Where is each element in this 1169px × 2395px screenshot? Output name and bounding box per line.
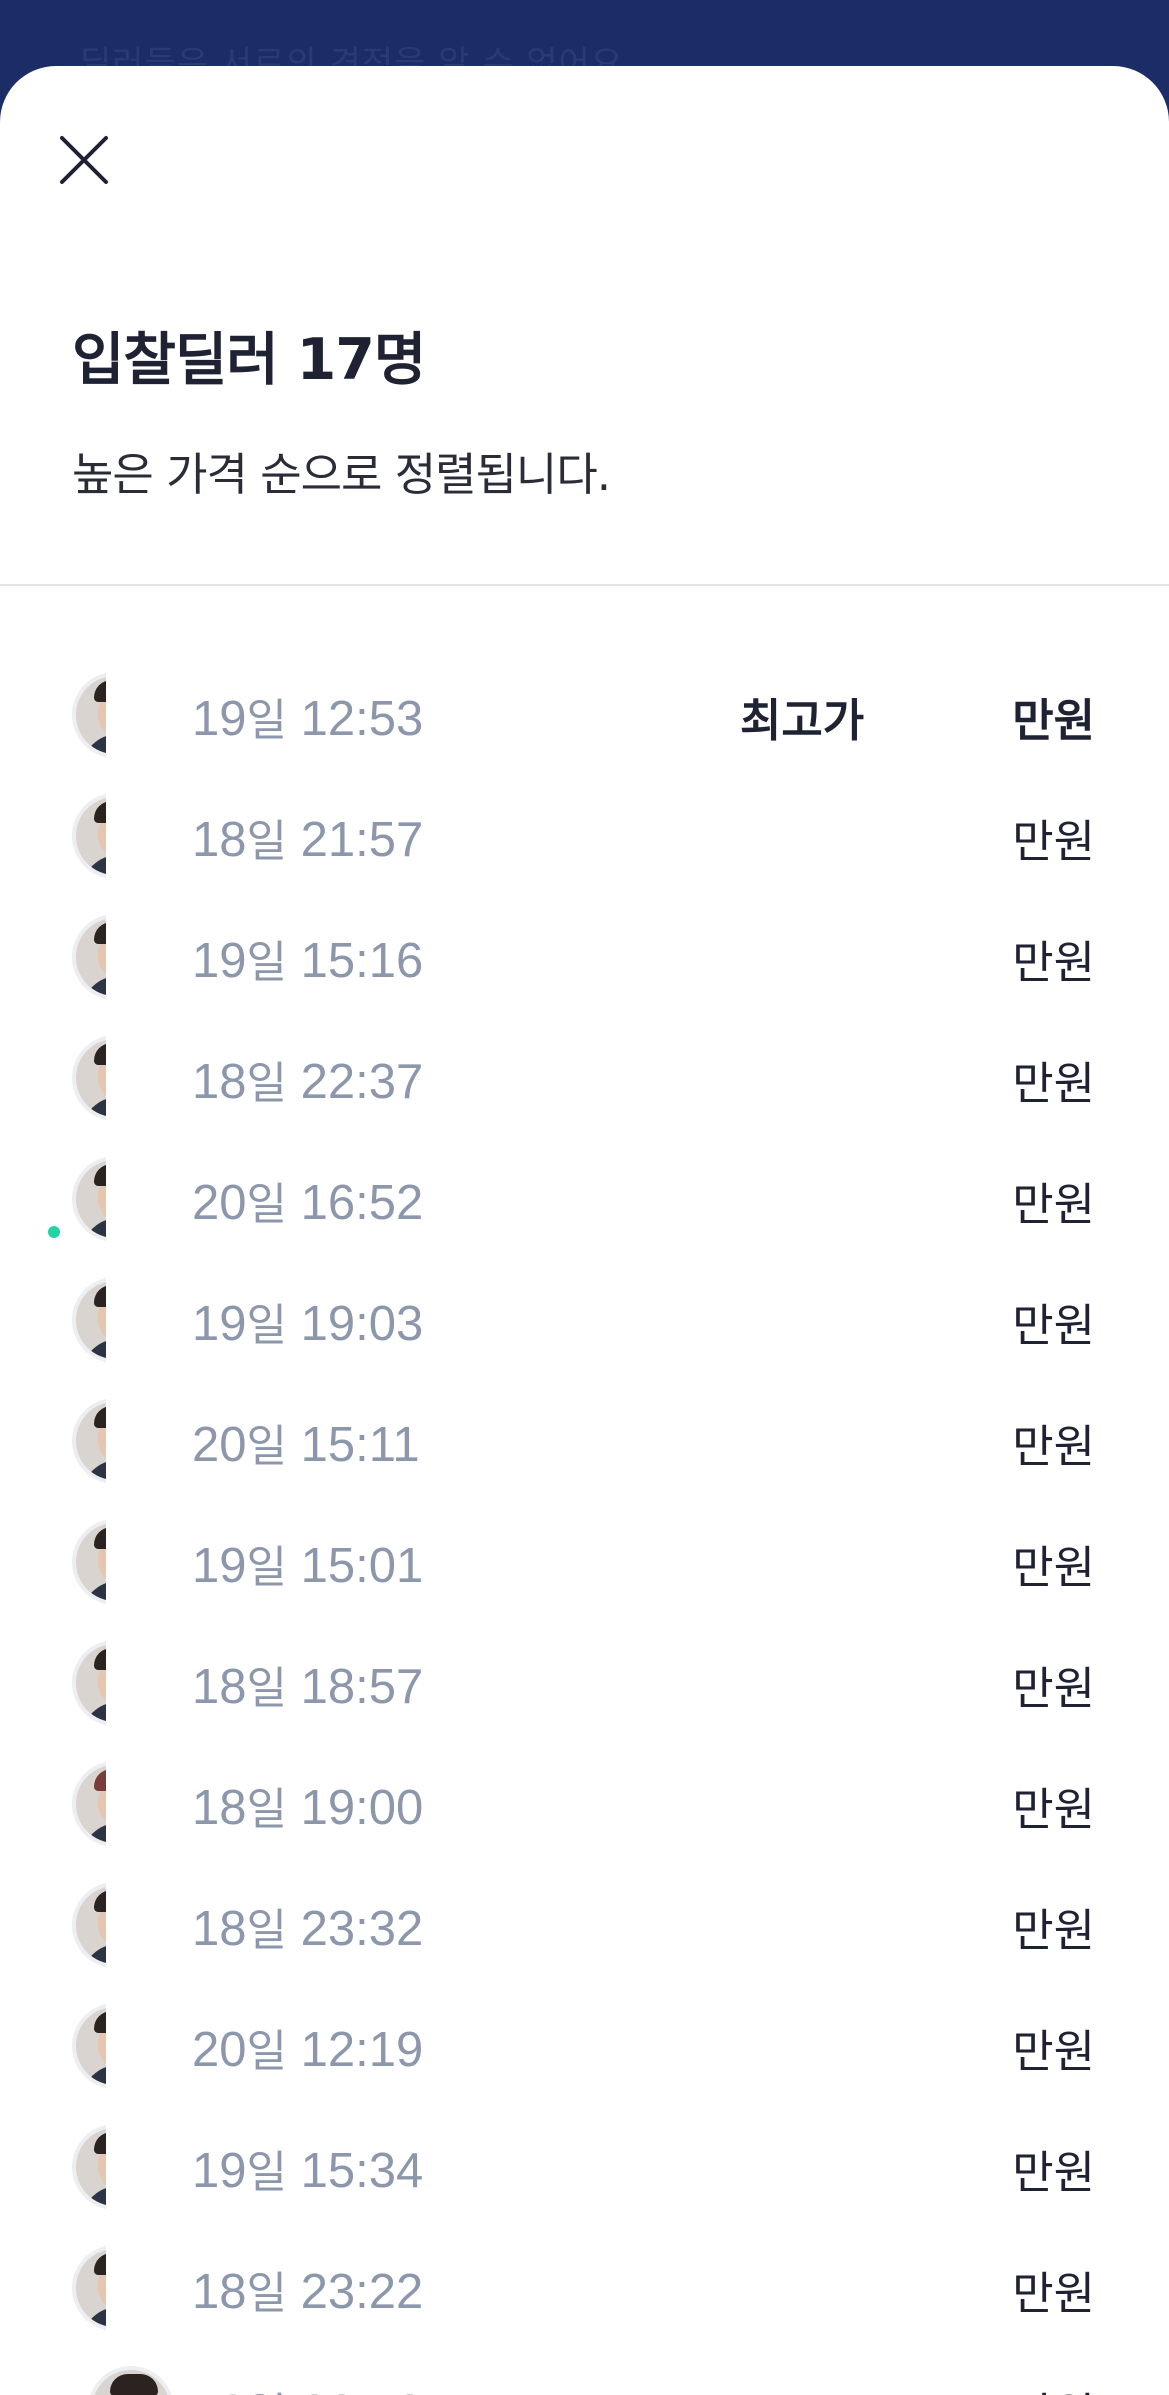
divider xyxy=(0,584,1169,586)
bid-time: 19일 19:03 xyxy=(192,1297,424,1351)
bid-row[interactable]: 19일 15:16 만원 xyxy=(0,914,1169,1035)
bid-row[interactable]: 20일 15:11 만원 xyxy=(0,1398,1169,1519)
bid-time: 18일 21:57 xyxy=(192,813,424,867)
bid-row[interactable]: 18일 21:57 만원 xyxy=(0,793,1169,914)
bid-price: 만원 xyxy=(1012,815,1095,868)
bid-time: 18일 19:00 xyxy=(192,1781,424,1835)
bid-price: 만원 xyxy=(1012,1541,1095,1594)
close-icon xyxy=(60,136,108,184)
bid-row[interactable]: 19일 15:34 만원 xyxy=(0,2124,1169,2245)
bid-row[interactable]: 19일 15:01 만원 xyxy=(0,1519,1169,1640)
bid-price: 만원 xyxy=(1012,1904,1095,1957)
bid-time: 19일 15:16 xyxy=(192,934,424,988)
dealer-avatar xyxy=(88,2366,174,2395)
bid-price: 만원 xyxy=(1012,2025,1095,2078)
bid-price: 만원 xyxy=(1012,1662,1095,1715)
bid-price: 1,820만원 xyxy=(883,2378,1095,2395)
bid-price: 만원 xyxy=(1012,694,1095,747)
bidders-bottom-sheet: 입찰딜러 17명 높은 가격 순으로 정렬됩니다. 19일 12:53 최고가 만원… xyxy=(0,66,1169,2395)
bid-price: 만원 xyxy=(1012,1299,1095,1352)
bid-price: 만원 xyxy=(1012,2267,1095,2320)
bid-row[interactable]: 20일 12:19 만원 xyxy=(0,2003,1169,2124)
sort-description: 높은 가격 순으로 정렬됩니다. xyxy=(72,448,611,501)
bid-price: 만원 xyxy=(1012,1420,1095,1473)
bid-row[interactable]: 19일 19:03 만원 xyxy=(0,1277,1169,1398)
bid-time: 20일 12:19 xyxy=(192,2023,424,2077)
close-button[interactable] xyxy=(48,124,120,196)
bid-row[interactable]: 18일 19:00 만원 xyxy=(0,1761,1169,1882)
bid-time: 19일 12:53 xyxy=(192,692,424,746)
bid-row[interactable]: 20일 16:52 만원 xyxy=(0,1156,1169,1277)
bid-time: 18일 22:37 xyxy=(192,1055,424,1109)
bid-time: 18일 18:57 xyxy=(192,1660,424,1714)
bid-row[interactable]: 18일 23:32 만원 xyxy=(0,1882,1169,2003)
bid-row[interactable]: 19일 12:53 최고가 만원 xyxy=(0,672,1169,793)
page-title: 입찰딜러 17명 xyxy=(72,327,426,393)
bid-time: 18일 23:32 xyxy=(192,1902,424,1956)
bid-price: 만원 xyxy=(1012,1178,1095,1231)
bid-row[interactable]: 18일 23:22 만원 xyxy=(0,2245,1169,2366)
bid-price: 만원 xyxy=(1012,936,1095,989)
bid-price: 만원 xyxy=(1012,2146,1095,2199)
bid-time: 19일 22:43 xyxy=(192,2378,423,2395)
bid-price: 만원 xyxy=(1012,1783,1095,1836)
bid-row[interactable]: 18일 22:37 만원 xyxy=(0,1035,1169,1156)
bid-row[interactable]: 18일 18:57 만원 xyxy=(0,1640,1169,1761)
bid-time: 20일 16:52 xyxy=(192,1176,424,1230)
bid-time: 19일 15:01 xyxy=(192,1539,424,1593)
online-indicator xyxy=(48,1226,60,1238)
bid-time: 19일 15:34 xyxy=(192,2144,424,2198)
bid-time: 20일 15:11 xyxy=(192,1418,420,1472)
bid-time: 18일 23:22 xyxy=(192,2265,424,2319)
bid-row[interactable]: 19일 22:43 1,820만원 xyxy=(0,2366,1169,2395)
highest-price-badge: 최고가 xyxy=(740,694,865,747)
bid-price: 만원 xyxy=(1012,1057,1095,1110)
